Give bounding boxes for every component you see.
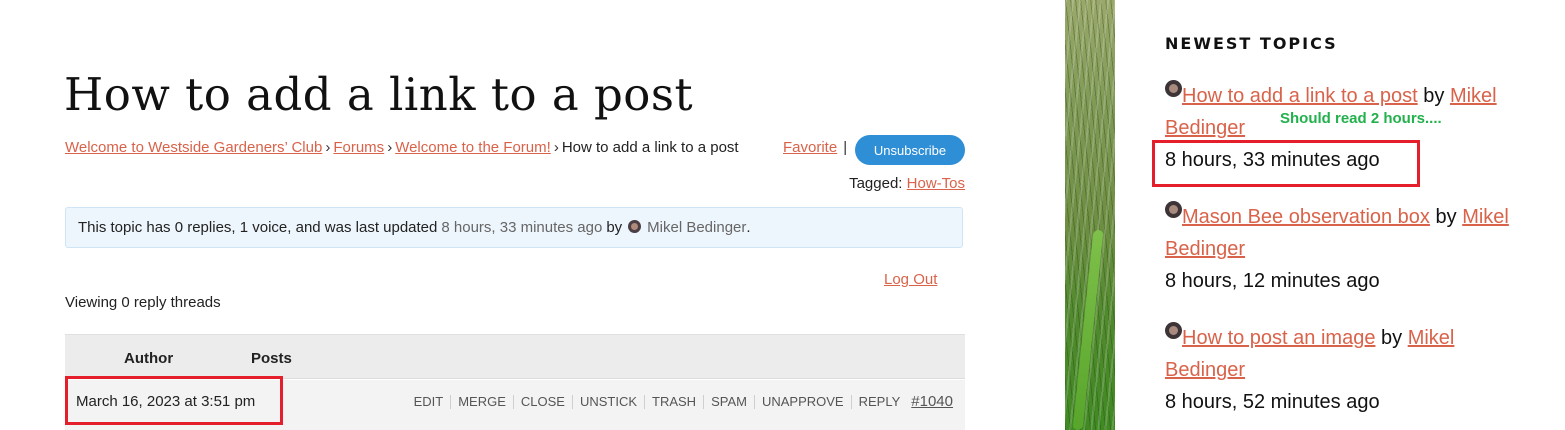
avatar-icon[interactable]: [628, 220, 642, 233]
topic-actions: Favorite |: [783, 139, 853, 156]
newest-topics-list: How to add a link to a post by Mikel Bed…: [1165, 80, 1525, 418]
notice-freshness-link[interactable]: 8 hours, 33 minutes ago: [441, 219, 602, 236]
notice-period: .: [746, 219, 751, 236]
breadcrumb-separator: ›: [387, 139, 393, 156]
topic-link[interactable]: Mason Bee observation box: [1182, 206, 1430, 228]
tag-link-how-tos[interactable]: How-Tos: [907, 175, 965, 192]
trash-link[interactable]: TRASH: [645, 394, 705, 409]
breadcrumb-separator: ›: [553, 139, 559, 156]
topic-time: 8 hours, 12 minutes ago: [1165, 270, 1380, 292]
logout-link[interactable]: Log Out: [884, 271, 937, 288]
topic-info-notice: This topic has 0 replies, 1 voice, and w…: [65, 207, 963, 248]
post-permalink[interactable]: #1040: [911, 393, 953, 410]
breadcrumb: Welcome to Westside Gardeners’ Club › Foru…: [65, 139, 739, 156]
page-title: How to add a link to a post: [64, 68, 694, 121]
breadcrumb-forums-link[interactable]: Forums: [333, 139, 384, 156]
breadcrumb-current: How to add a link to a post: [561, 139, 739, 156]
topic-link[interactable]: How to add a link to a post: [1182, 85, 1418, 107]
breadcrumb-forum-link[interactable]: Welcome to the Forum!: [395, 139, 551, 156]
topic-time: 8 hours, 52 minutes ago: [1165, 391, 1380, 413]
list-item: How to post an image by Mikel Bedinger 8…: [1165, 322, 1525, 418]
header-posts: Posts: [251, 350, 292, 367]
edit-link[interactable]: EDIT: [407, 394, 452, 409]
table-row: March 16, 2023 at 3:51 pm EDIT MERGE CLO…: [65, 380, 965, 430]
topic-by: by: [1435, 206, 1457, 228]
avatar-icon[interactable]: [1165, 322, 1182, 339]
topic-by: by: [1381, 327, 1403, 349]
breadcrumb-separator: ›: [325, 139, 331, 156]
topic-by: by: [1423, 85, 1445, 107]
admin-links: EDIT MERGE CLOSE UNSTICK TRASH SPAM UNAP…: [407, 393, 953, 410]
reply-count-text: Viewing 0 reply threads: [65, 294, 221, 311]
favorite-link[interactable]: Favorite: [783, 139, 837, 156]
merge-link[interactable]: MERGE: [451, 394, 514, 409]
annotation-note: Should read 2 hours....: [1280, 110, 1442, 127]
notice-author-link[interactable]: Mikel Bedinger: [647, 219, 746, 236]
topic-tags: Tagged: How-Tos: [849, 175, 965, 192]
avatar-icon[interactable]: [1165, 201, 1182, 218]
list-item: How to add a link to a post by Mikel Bed…: [1165, 80, 1525, 176]
reply-link[interactable]: REPLY: [852, 394, 908, 409]
spam-link[interactable]: SPAM: [704, 394, 755, 409]
widget-title: NEWEST TOPICS: [1165, 34, 1338, 53]
tags-label: Tagged:: [849, 175, 903, 192]
header-author: Author: [124, 350, 174, 367]
notice-by: by: [606, 219, 623, 236]
breadcrumb-home-link[interactable]: Welcome to Westside Gardeners’ Club: [65, 139, 322, 156]
unstick-link[interactable]: UNSTICK: [573, 394, 646, 409]
post-date: March 16, 2023 at 3:51 pm: [76, 393, 256, 410]
table-header: Author Posts: [65, 334, 965, 379]
list-item: Mason Bee observation box by Mikel Bedin…: [1165, 201, 1525, 297]
close-link[interactable]: CLOSE: [514, 394, 573, 409]
notice-text: This topic has 0 replies, 1 voice, and w…: [78, 219, 438, 236]
unapprove-link[interactable]: UNAPPROVE: [755, 394, 852, 409]
avatar-icon[interactable]: [1165, 80, 1182, 97]
topic-link[interactable]: How to post an image: [1182, 327, 1375, 349]
unsubscribe-button[interactable]: Unsubscribe: [855, 135, 965, 165]
topic-time: 8 hours, 33 minutes ago: [1165, 149, 1380, 171]
grass-background-image: [1065, 0, 1115, 430]
action-divider: |: [843, 139, 848, 156]
